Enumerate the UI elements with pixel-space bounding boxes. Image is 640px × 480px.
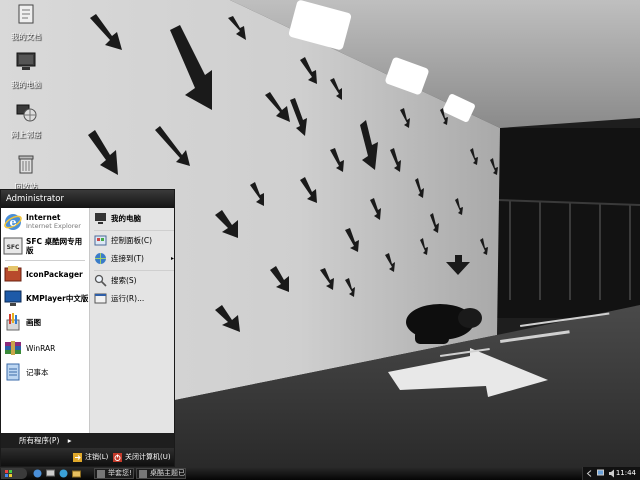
shutdown-label: 关闭计算机(U) bbox=[125, 453, 171, 461]
start-menu-user-name: Administrator bbox=[1, 190, 174, 208]
internet-explorer-icon: e bbox=[4, 214, 22, 230]
desktop-icon-recycle-bin[interactable]: 回收站 bbox=[0, 152, 52, 192]
shutdown-button[interactable]: 关闭计算机(U) bbox=[113, 452, 171, 462]
taskbar-task[interactable]: 桌酷主题已... bbox=[136, 468, 186, 479]
places-item-label: 我的电脑 bbox=[111, 214, 141, 223]
start-menu-footer: 注销(L) 关闭计算机(U) bbox=[1, 448, 174, 466]
tray-expand-icon[interactable] bbox=[586, 470, 593, 477]
quicklaunch-desktop-icon[interactable] bbox=[46, 469, 55, 478]
start-item-title: 记事本 bbox=[26, 367, 49, 377]
start-item-notepad[interactable]: 记事本 bbox=[3, 362, 49, 382]
start-menu-separator bbox=[5, 260, 85, 261]
desktop-icon-my-computer[interactable]: 我的电脑 bbox=[0, 50, 52, 90]
quicklaunch-media-icon[interactable] bbox=[59, 469, 68, 478]
places-item-connect-to[interactable]: 连接到(T) ▸ bbox=[94, 252, 174, 265]
start-item-subtitle: Internet Explorer bbox=[26, 222, 81, 230]
quicklaunch-explorer-icon[interactable] bbox=[72, 469, 81, 478]
control-panel-icon bbox=[94, 235, 107, 246]
places-item-label: 运行(R)... bbox=[111, 294, 145, 303]
recycle-bin-icon bbox=[18, 155, 34, 174]
start-item-title: 画图 bbox=[26, 317, 41, 327]
task-window-icon bbox=[139, 470, 147, 478]
start-item-winrar[interactable]: WinRAR bbox=[3, 338, 55, 358]
task-window-icon bbox=[97, 470, 105, 478]
all-programs-button[interactable]: 所有程序(P) ▸ bbox=[1, 433, 174, 449]
power-icon bbox=[113, 452, 122, 462]
network-places-icon bbox=[16, 104, 37, 122]
start-item-title: SFC 桌酷网专用版 bbox=[26, 237, 83, 255]
start-item-title: KMPlayer中文版 bbox=[26, 293, 89, 303]
places-item-run[interactable]: 运行(R)... bbox=[94, 292, 174, 305]
places-item-search[interactable]: 搜索(S) bbox=[94, 274, 174, 287]
sfc-icon: SFC bbox=[3, 237, 23, 255]
places-item-control-panel[interactable]: 控制面板(C) bbox=[94, 234, 174, 247]
windows-logo-icon bbox=[5, 470, 12, 477]
start-item-sfc[interactable]: SFC SFC 桌酷网专用版 bbox=[3, 236, 87, 256]
desktop-icon-label: 我的电脑 bbox=[11, 80, 41, 89]
start-item-title: IconPackager bbox=[26, 269, 83, 279]
start-menu-separator bbox=[94, 270, 174, 271]
connect-to-icon bbox=[95, 253, 106, 264]
start-item-title: WinRAR bbox=[26, 343, 56, 353]
start-item-kmplayer[interactable]: KMPlayer中文版 bbox=[3, 288, 88, 308]
system-tray: 11:44 bbox=[582, 467, 640, 480]
start-item-internet[interactable]: e Internet Internet Explorer bbox=[3, 212, 81, 232]
submenu-arrow-icon: ▸ bbox=[170, 255, 174, 262]
desktop-icon-label: 网上邻居 bbox=[11, 130, 41, 139]
places-item-label: 搜索(S) bbox=[111, 276, 137, 285]
places-item-my-computer[interactable]: 我的电脑 bbox=[94, 212, 174, 225]
start-item-iconpackager[interactable]: IconPackager bbox=[3, 264, 83, 284]
winrar-icon bbox=[5, 341, 21, 355]
places-item-label: 连接到(T) bbox=[111, 254, 144, 263]
start-menu: Administrator e Internet Internet Explor… bbox=[0, 189, 175, 467]
svg-text:SFC: SFC bbox=[7, 244, 20, 251]
kmplayer-icon bbox=[4, 290, 22, 306]
logoff-label: 注销(L) bbox=[85, 453, 109, 461]
all-programs-arrow-icon: ▸ bbox=[67, 436, 72, 445]
taskbar-clock[interactable]: 11:44 bbox=[616, 469, 636, 477]
run-icon bbox=[94, 293, 107, 304]
places-item-label: 控制面板(C) bbox=[111, 236, 153, 245]
quicklaunch-ie-icon[interactable] bbox=[33, 469, 42, 478]
notepad-icon bbox=[6, 363, 20, 381]
taskbar-task-label: 桌酷主题已... bbox=[150, 469, 185, 477]
search-icon bbox=[94, 274, 107, 287]
taskbar: 举套您! 桌酷主题已... 11:44 bbox=[0, 467, 640, 480]
svg-text:e: e bbox=[10, 216, 17, 229]
iconpackager-icon bbox=[4, 266, 22, 282]
my-computer-icon bbox=[16, 52, 36, 70]
start-menu-programs: e Internet Internet Explorer SFC SFC 桌酷网… bbox=[1, 208, 89, 448]
start-item-title: Internet bbox=[26, 213, 61, 222]
desktop-icon-network-places[interactable]: 网上邻居 bbox=[0, 100, 52, 140]
network-status-icon[interactable] bbox=[597, 469, 606, 478]
start-menu-places: 我的电脑 控制面板(C) 连接到(T) ▸ 搜索(S) 运行(R)... bbox=[89, 208, 174, 448]
taskbar-task[interactable]: 举套您! bbox=[94, 468, 134, 479]
start-menu-separator bbox=[94, 230, 174, 231]
my-documents-icon bbox=[18, 4, 34, 24]
my-computer-icon bbox=[95, 213, 106, 224]
logoff-icon bbox=[73, 452, 82, 462]
desktop-icon-label: 我的文档 bbox=[11, 32, 41, 41]
start-menu-body: e Internet Internet Explorer SFC SFC 桌酷网… bbox=[1, 208, 174, 448]
logoff-button[interactable]: 注销(L) bbox=[73, 452, 108, 462]
start-item-paint[interactable]: 画图 bbox=[3, 312, 41, 332]
desktop-icon-my-documents[interactable]: 我的文档 bbox=[0, 2, 52, 42]
paint-icon bbox=[6, 313, 20, 331]
all-programs-label: 所有程序(P) bbox=[19, 436, 60, 445]
taskbar-task-label: 举套您! bbox=[108, 469, 132, 477]
start-button[interactable] bbox=[1, 468, 27, 479]
